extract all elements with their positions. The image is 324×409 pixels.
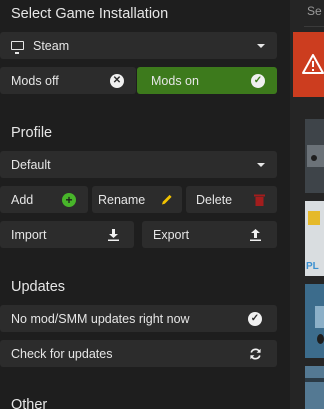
mod-thumbnail[interactable] [305, 366, 324, 409]
install-select-value: Steam [33, 38, 70, 53]
install-heading: Select Game Installation [11, 6, 169, 22]
install-select[interactable]: Steam [0, 32, 277, 59]
updates-heading: Updates [11, 279, 66, 295]
check-updates-button[interactable]: Check for updates [0, 340, 277, 367]
profile-select[interactable]: Default [0, 151, 277, 178]
rename-profile-label: Rename [98, 192, 146, 207]
upload-icon [250, 228, 261, 241]
delete-profile-button[interactable]: Delete [186, 186, 277, 213]
delete-profile-label: Delete [196, 192, 233, 207]
import-profile-label: Import [11, 227, 47, 242]
mods-on-button[interactable]: Mods on ✓ [137, 67, 277, 94]
search-input[interactable]: Se [307, 4, 322, 18]
plus-circle-icon: + [62, 192, 76, 207]
add-profile-label: Add [11, 192, 34, 207]
update-status-button[interactable]: No mod/SMM updates right now ✓ [0, 305, 277, 332]
update-status-label: No mod/SMM updates right now [11, 311, 190, 326]
mods-off-label: Mods off [11, 73, 59, 88]
export-profile-label: Export [153, 227, 190, 242]
mods-on-label: Mods on [151, 73, 199, 88]
import-profile-button[interactable]: Import [0, 221, 134, 248]
check-updates-label: Check for updates [11, 346, 113, 361]
mods-off-button[interactable]: Mods off ✕ [0, 67, 136, 94]
chevron-down-icon [257, 162, 265, 167]
export-profile-button[interactable]: Export [142, 221, 277, 248]
warning-icon [302, 54, 324, 74]
download-icon [108, 228, 119, 241]
rename-profile-button[interactable]: Rename [92, 186, 182, 213]
chevron-down-icon [257, 43, 265, 48]
check-circle-icon: ✓ [248, 311, 262, 326]
mod-thumbnail[interactable] [305, 119, 324, 193]
add-profile-button[interactable]: Add + [0, 186, 88, 213]
close-circle-icon: ✕ [110, 73, 124, 88]
warning-banner[interactable] [293, 32, 324, 97]
profile-select-value: Default [11, 157, 51, 172]
mod-thumbnail[interactable] [305, 284, 324, 358]
trash-icon [254, 193, 265, 206]
mod-thumbnail[interactable]: PL [305, 201, 324, 276]
search-underline [304, 26, 324, 27]
monitor-icon [11, 41, 24, 54]
refresh-icon [249, 347, 262, 360]
pencil-icon [160, 193, 173, 206]
check-circle-icon: ✓ [251, 73, 265, 88]
other-heading: Other [11, 397, 48, 409]
profile-heading: Profile [11, 125, 53, 141]
settings-panel: Select Game Installation Steam Mods off … [0, 0, 290, 409]
